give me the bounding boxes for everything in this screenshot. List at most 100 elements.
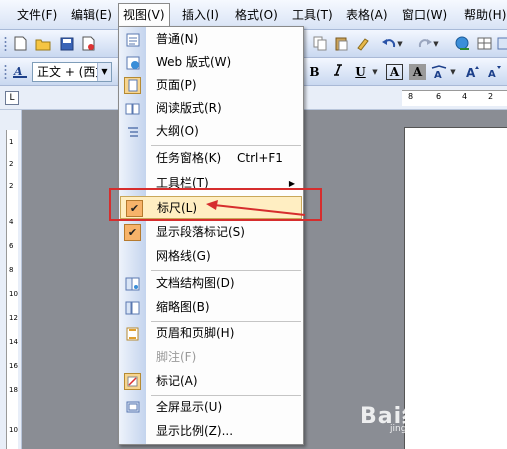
menu-item-label: 脚注(F)	[156, 350, 197, 364]
menu-file[interactable]: 文件(F)	[13, 6, 61, 24]
menu-item-markup[interactable]: 标记(A)	[119, 370, 303, 393]
menu-table[interactable]: 表格(A)	[342, 6, 392, 24]
menu-item-outline[interactable]: 大纲(O)	[119, 120, 303, 143]
redo-dropdown-icon[interactable]: ▼	[432, 35, 440, 52]
underline-button[interactable]: U	[352, 63, 369, 81]
menu-item-full-screen[interactable]: 全屏显示(U)	[119, 396, 303, 419]
ruler-tick: 8	[408, 92, 414, 101]
menu-item-page[interactable]: 页面(P)	[119, 74, 303, 97]
paste-icon[interactable]	[333, 35, 350, 52]
shrink-font-icon[interactable]: A	[486, 63, 503, 80]
menu-item-thumbnails[interactable]: 缩略图(B)	[119, 296, 303, 319]
redo-icon[interactable]	[416, 35, 433, 52]
undo-dropdown-icon[interactable]: ▼	[396, 35, 404, 52]
phonetic-dropdown-icon[interactable]: ▼	[449, 63, 457, 80]
char-border-button[interactable]: A	[386, 64, 403, 80]
undo-icon[interactable]	[380, 35, 397, 52]
menu-item-web-layout[interactable]: Web 版式(W)	[119, 51, 303, 74]
save-icon[interactable]	[58, 35, 75, 52]
reading-layout-icon	[124, 100, 141, 117]
permission-icon[interactable]	[80, 35, 97, 52]
ruler-tick: 10	[9, 426, 18, 434]
menu-item-header-footer[interactable]: 页眉和页脚(H)	[119, 322, 303, 345]
menu-item-label: 文档结构图(D)	[156, 276, 235, 290]
ruler-tick: 6	[436, 92, 442, 101]
menu-item-reading-layout[interactable]: 阅读版式(R)	[119, 97, 303, 120]
style-select[interactable]: 正文 + (西文 ▼	[32, 62, 112, 82]
ruler-tick: 16	[9, 362, 18, 370]
italic-icon[interactable]	[329, 63, 346, 81]
page-layout-icon	[124, 77, 141, 94]
char-shading-button[interactable]: A	[409, 64, 426, 80]
new-document-icon[interactable]	[12, 35, 29, 52]
ruler-tick: 10	[9, 290, 18, 298]
menu-separator	[151, 270, 301, 271]
menu-item-normal[interactable]: 普通(N)	[119, 28, 303, 51]
menu-item-label: 网格线(G)	[156, 249, 211, 263]
chevron-down-icon[interactable]: ▼	[97, 63, 111, 81]
ruler-tick: 2	[488, 92, 494, 101]
thumbnails-icon	[124, 299, 141, 316]
svg-text:A: A	[466, 66, 476, 79]
ruler-tick: 1	[9, 138, 14, 146]
menu-tools[interactable]: 工具(T)	[288, 6, 337, 24]
markup-icon	[124, 373, 141, 390]
menu-item-document-map[interactable]: 文档结构图(D)	[119, 272, 303, 295]
menu-item-footnotes: 脚注(F)	[119, 346, 303, 369]
format-painter-icon[interactable]	[354, 35, 371, 52]
checkmark-icon: ✔	[124, 224, 141, 241]
ruler-tick: 4	[462, 92, 468, 101]
bold-button[interactable]: B	[306, 63, 323, 81]
menu-item-label: 缩略图(B)	[156, 300, 210, 314]
menu-item-label: 大纲(O)	[156, 124, 199, 138]
annotation-arrow-icon	[206, 200, 306, 216]
menu-item-label: 页眉和页脚(H)	[156, 326, 235, 340]
header-footer-icon	[124, 325, 141, 342]
ruler-tick: 6	[9, 242, 14, 250]
menu-item-label: 页面(P)	[156, 78, 197, 92]
menu-item-shortcut: Ctrl+F1	[237, 151, 283, 165]
insert-table-icon[interactable]	[494, 35, 507, 52]
vertical-ruler[interactable]: 1 2 2 4 6 8 10 12 14 16 18 10	[6, 130, 18, 449]
svg-text:A: A	[434, 70, 442, 79]
menu-view[interactable]: 视图(V)	[118, 3, 170, 27]
document-map-icon	[124, 275, 141, 292]
tab-selector[interactable]: L	[5, 91, 19, 105]
styles-formatting-icon[interactable]: A	[12, 63, 29, 80]
menu-format[interactable]: 格式(O)	[231, 6, 282, 24]
normal-view-icon	[124, 31, 141, 48]
menu-item-label: 阅读版式(R)	[156, 101, 222, 115]
hyperlink-icon[interactable]	[454, 35, 471, 52]
copy-icon[interactable]	[312, 35, 329, 52]
ruler-tick: 14	[9, 338, 18, 346]
menu-help[interactable]: 帮助(H)	[460, 6, 507, 24]
web-layout-icon	[124, 54, 141, 71]
grow-font-icon[interactable]: A	[464, 63, 481, 80]
phonetic-guide-icon[interactable]: A	[430, 63, 447, 80]
menu-item-task-pane[interactable]: 任务窗格(K) Ctrl+F1	[119, 147, 303, 170]
menu-item-zoom[interactable]: 显示比例(Z)...	[119, 420, 303, 443]
menu-item-label: 全屏显示(U)	[156, 400, 223, 414]
horizontal-ruler[interactable]: 8 6 4 2	[402, 90, 507, 106]
open-folder-icon[interactable]	[34, 35, 51, 52]
menu-item-gridlines[interactable]: 网格线(G)	[119, 245, 303, 268]
underline-dropdown-icon[interactable]: ▼	[371, 63, 379, 80]
ruler-tick: 2	[9, 182, 14, 190]
watermark-url: jingyan.baidu.com	[390, 424, 474, 434]
ruler-tick: 18	[9, 386, 18, 394]
ruler-tick: 4	[9, 218, 14, 226]
menu-insert[interactable]: 插入(I)	[178, 6, 223, 24]
menu-window[interactable]: 窗口(W)	[398, 6, 451, 24]
toolbar-grip[interactable]	[4, 64, 7, 80]
svg-text:A: A	[488, 69, 496, 79]
menu-separator	[151, 145, 301, 146]
tables-borders-icon[interactable]	[476, 35, 493, 52]
ruler-tick: 8	[9, 266, 14, 274]
menu-item-label: 标记(A)	[156, 374, 198, 388]
menu-item-label: 普通(N)	[156, 32, 199, 46]
ruler-tick: 12	[9, 314, 18, 322]
menu-item-label: 任务窗格(K)	[156, 151, 222, 165]
toolbar-grip[interactable]	[4, 36, 7, 52]
menu-edit[interactable]: 编辑(E)	[67, 6, 116, 24]
watermark: Bai经验 jingyan.baidu.com	[360, 398, 480, 438]
